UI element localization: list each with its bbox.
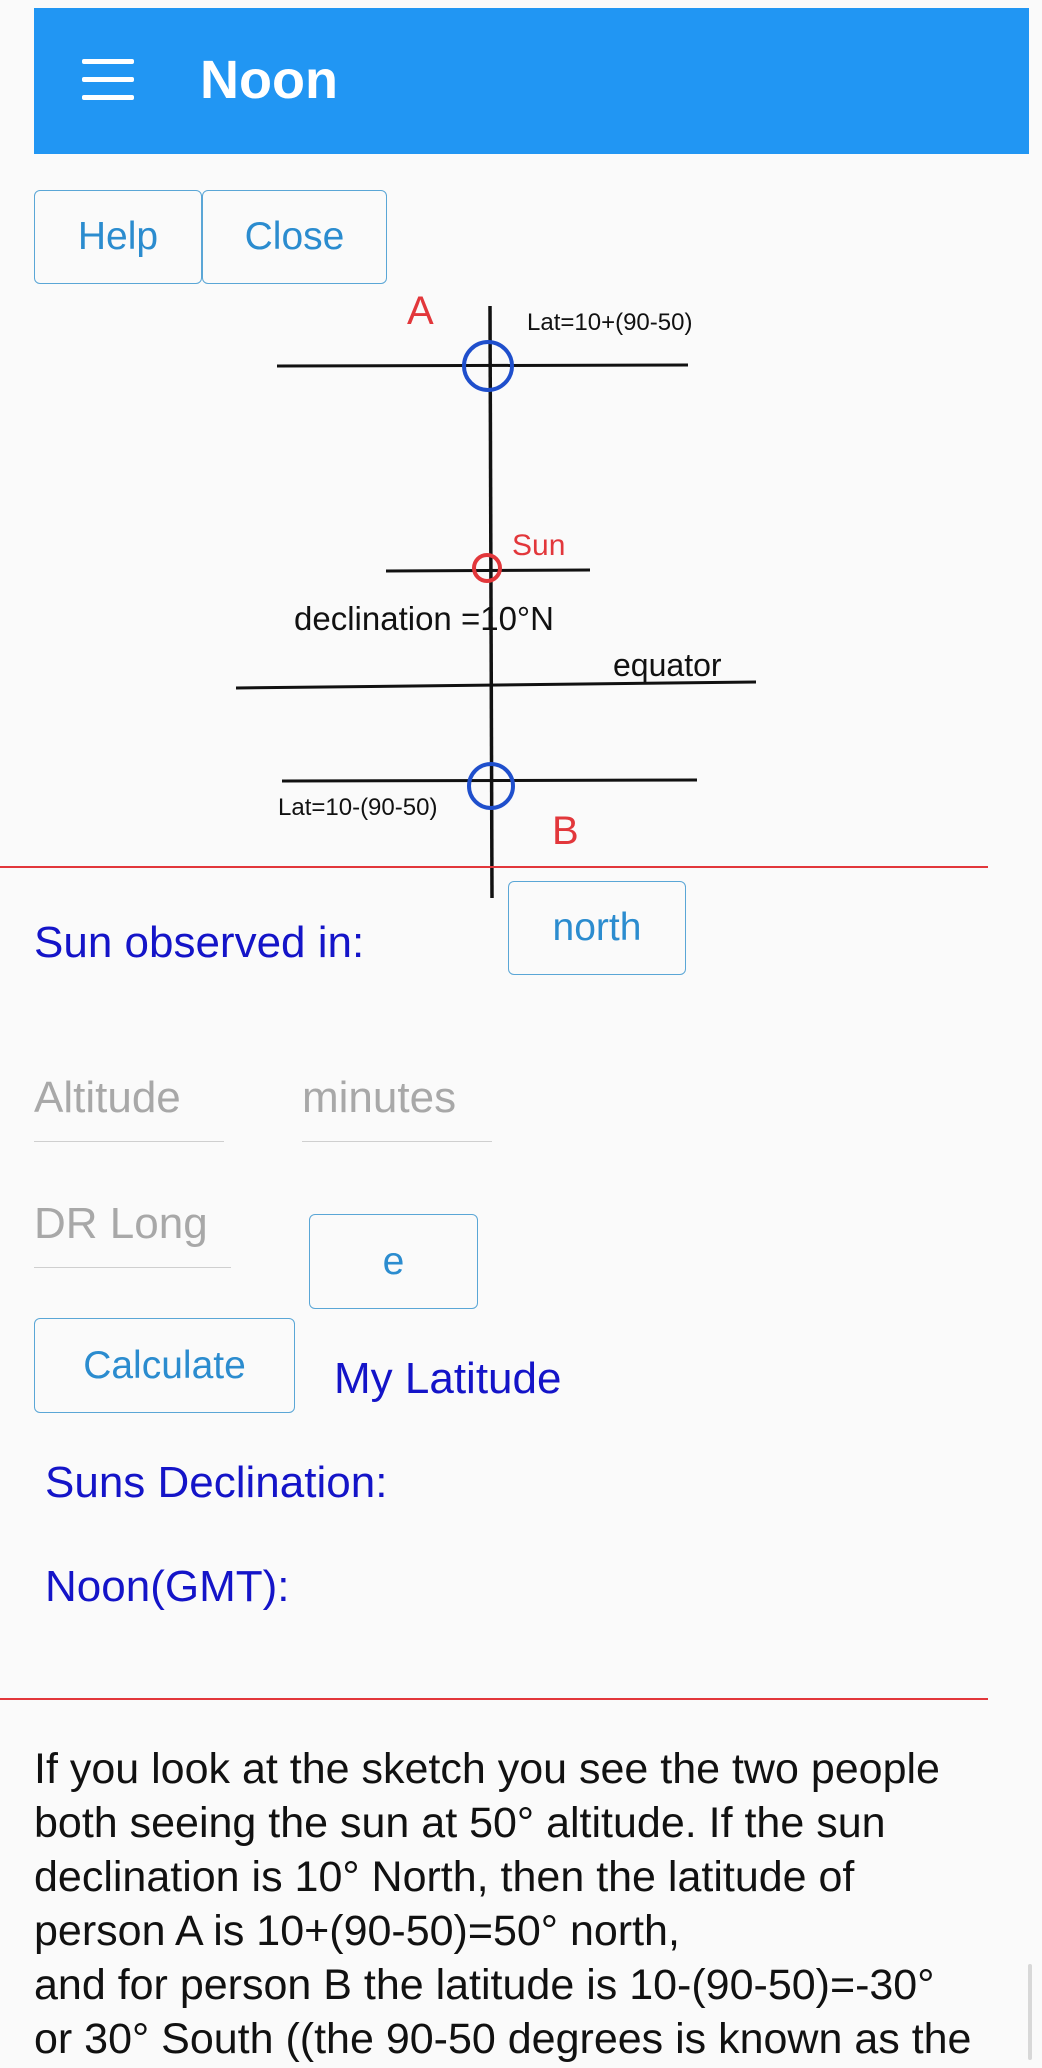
help-text-line: If you look at the sketch you see the tw… [34,1745,940,1793]
sun-observed-label: Sun observed in: [34,918,365,967]
help-text-line: declination is 10° North, then the latit… [34,1853,855,1901]
divider-top [0,866,988,868]
help-text-line: and for person B the latitude is 10-(90-… [34,1961,935,2009]
equator-label: equator [613,647,722,683]
noon-screen: Noon Help Close A Lat=10+(90-50) Sun dec… [0,0,1042,2068]
latitude-line-a [276,363,689,368]
latitude-line-b [281,778,698,783]
help-text: If you look at the sketch you see the tw… [34,1742,1024,2066]
lat-a-label: Lat=10+(90-50) [527,309,692,336]
declination-label: declination =10°N [294,600,554,637]
help-text-line: person A is 10+(90-50)=50° north, [34,1907,680,1955]
noon-gmt-label: Noon(GMT): [45,1562,290,1611]
close-button[interactable]: Close [202,190,387,284]
suns-declination-label: Suns Declination: [45,1458,388,1507]
app-bar: Noon [34,8,1029,154]
help-text-line: both seeing the sun at 50° altitude. If … [34,1799,886,1847]
lat-b-label: Lat=10-(90-50) [278,794,437,821]
sun-parallel-line [385,568,591,573]
minutes-input[interactable] [302,1066,492,1142]
dr-long-input[interactable] [34,1192,231,1268]
label-b: B [552,809,579,853]
divider-bottom [0,1698,988,1700]
scrollbar[interactable] [1028,1964,1032,2060]
hemisphere-button[interactable]: e [309,1214,478,1309]
app-title: Noon [200,50,338,110]
calculate-button[interactable]: Calculate [34,1318,295,1413]
latitude-sketch: A Lat=10+(90-50) Sun declination =10°N e… [235,289,757,899]
help-button[interactable]: Help [34,190,202,284]
altitude-input[interactable] [34,1066,224,1142]
sun-label: Sun [512,529,565,562]
my-latitude-result: My Latitude [334,1354,562,1403]
label-a: A [407,289,434,333]
help-text-line: or 30° South ((the 90-50 degrees is know… [34,2015,972,2063]
hamburger-menu-icon[interactable] [82,56,138,106]
direction-button[interactable]: north [508,881,686,975]
sun-marker [472,553,502,583]
